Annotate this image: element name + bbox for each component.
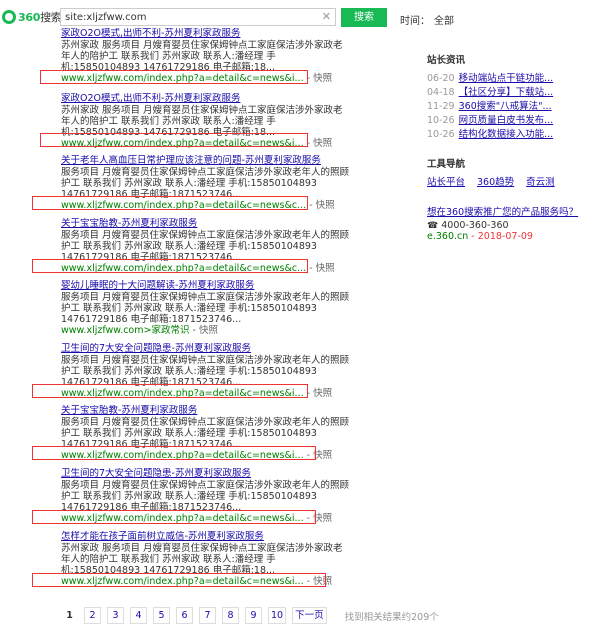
page-1: 1 xyxy=(61,607,78,624)
result-snippet: 服务项目 月嫂育婴员住家保姆钟点工家庭保洁涉外家政老年人的照顾护工 联系我们 苏… xyxy=(61,480,350,513)
highlight-box xyxy=(32,446,316,460)
highlight-box xyxy=(32,510,316,524)
search-button[interactable]: 搜索 xyxy=(341,8,387,27)
news-item[interactable]: 10-26 结构化数据接入功能... xyxy=(427,128,599,142)
result-snippet: 苏州家政 服务项目 月嫂育婴员住家保姆钟点工家庭保洁涉外家政老年人的陪护工 联系… xyxy=(61,543,343,576)
time-filter-label: 时间： xyxy=(400,16,430,27)
phone-line: ☎ 4000-360-360 xyxy=(427,220,509,231)
page-4[interactable]: 4 xyxy=(130,607,147,624)
result-url[interactable]: www.xljzfww.com>家政常识 - 快照 xyxy=(61,325,351,336)
highlight-box xyxy=(32,573,326,587)
tool-link-trends[interactable]: 360趋势 xyxy=(477,174,514,188)
snapshot-link[interactable]: - 快照 xyxy=(307,388,332,399)
highlight-box xyxy=(40,133,308,147)
page-2[interactable]: 2 xyxy=(84,607,101,624)
result-snippet: 服务项目 月嫂育婴员住家保姆钟点工家庭保洁涉外家政老年人的照顾护工 联系我们 苏… xyxy=(61,292,350,325)
site-line: e.360.cn - 2018-07-09 xyxy=(427,231,599,242)
news-item[interactable]: 06-20 移动端站点干链功能... xyxy=(427,72,599,86)
snapshot-link[interactable]: - 快照 xyxy=(193,325,218,336)
logo-circle-icon xyxy=(2,10,16,24)
time-filter[interactable]: 时间： 全部 xyxy=(400,12,454,27)
search-input[interactable] xyxy=(61,9,319,25)
news-title: 站长资讯 xyxy=(427,55,466,66)
tool-link-qiyun[interactable]: 奇云测 xyxy=(526,174,555,188)
result-title[interactable]: 关于宝宝胎教-苏州夏利家政服务 xyxy=(61,405,351,416)
site-url[interactable]: e.360.cn xyxy=(427,231,468,242)
promo-link[interactable]: 想在360搜索推广您的产品服务吗？ xyxy=(427,204,599,218)
phone-icon: ☎ xyxy=(427,221,439,231)
page-7[interactable]: 7 xyxy=(199,607,216,624)
next-page-button[interactable]: 下一页 xyxy=(292,607,327,624)
result-snippet: 苏州家政 服务项目 月嫂育婴员住家保姆钟点工家庭保洁涉外家政老年人的陪护工 联系… xyxy=(61,40,343,73)
result-title[interactable]: 关于老年人高血压日常护理应该注意的问题-苏州夏利家政服务 xyxy=(61,155,351,166)
result-title[interactable]: 家政O2O模式,出师不利-苏州夏利家政服务 xyxy=(61,28,351,39)
snapshot-link[interactable]: - 快照 xyxy=(307,138,332,149)
result-title[interactable]: 婴幼儿睡眠的十大问题解读-苏州夏利家政服务 xyxy=(61,280,351,291)
pagination: 1 2 3 4 5 6 7 8 9 10 下一页 找到相关结果约209个 xyxy=(61,607,439,624)
result-title[interactable]: 关于宝宝胎教-苏州夏利家政服务 xyxy=(61,218,351,229)
page-6[interactable]: 6 xyxy=(176,607,193,624)
result-title[interactable]: 家政O2O模式,出师不利-苏州夏利家政服务 xyxy=(61,93,351,104)
news-item[interactable]: 11-29 360搜索"八戒算法"... xyxy=(427,100,599,114)
highlight-box xyxy=(32,384,308,398)
result-count: 找到相关结果约209个 xyxy=(344,611,439,623)
tools-title: 工具导航 xyxy=(427,159,466,170)
highlight-box xyxy=(32,259,308,273)
news-list: 06-20 移动端站点干链功能... 04-18 【社区分享】下载站... 11-2… xyxy=(427,72,599,142)
sidebar: 站长资讯 06-20 移动端站点干链功能... 04-18 【社区分享】下载站...… xyxy=(427,52,599,242)
highlight-box xyxy=(40,70,308,84)
tools-list: 站长平台 360趋势 奇云测 xyxy=(427,174,599,188)
time-filter-value[interactable]: 全部 xyxy=(434,16,454,27)
site-date: - 2018-07-09 xyxy=(471,231,533,242)
snapshot-link[interactable]: - 快照 xyxy=(309,263,334,274)
snapshot-link[interactable]: - 快照 xyxy=(309,200,334,211)
result-item: 婴幼儿睡眠的十大问题解读-苏州夏利家政服务 服务项目 月嫂育婴员住家保姆钟点工家… xyxy=(61,280,351,336)
result-title[interactable]: 卫生间的7大安全问题隐患-苏州夏利家政服务 xyxy=(61,343,351,354)
news-item[interactable]: 04-18 【社区分享】下载站... xyxy=(427,86,599,100)
news-item[interactable]: 10-26 网页质量白皮书发布... xyxy=(427,114,599,128)
logo-text: 360搜索 xyxy=(18,11,62,24)
logo-360[interactable]: 360搜索 xyxy=(2,6,62,28)
snapshot-link[interactable]: - 快照 xyxy=(307,73,332,84)
page-8[interactable]: 8 xyxy=(222,607,239,624)
page-5[interactable]: 5 xyxy=(153,607,170,624)
result-title[interactable]: 卫生间的7大安全问题隐患-苏州夏利家政服务 xyxy=(61,468,351,479)
page-9[interactable]: 9 xyxy=(245,607,262,624)
page-10[interactable]: 10 xyxy=(268,607,287,624)
highlight-box xyxy=(32,196,308,210)
tool-link-webmaster[interactable]: 站长平台 xyxy=(427,174,465,188)
search-box: ✕ xyxy=(60,8,336,26)
page-3[interactable]: 3 xyxy=(107,607,124,624)
result-title[interactable]: 怎样才能在孩子面前树立威信-苏州夏利家政服务 xyxy=(61,531,351,542)
clear-icon[interactable]: ✕ xyxy=(322,10,331,24)
